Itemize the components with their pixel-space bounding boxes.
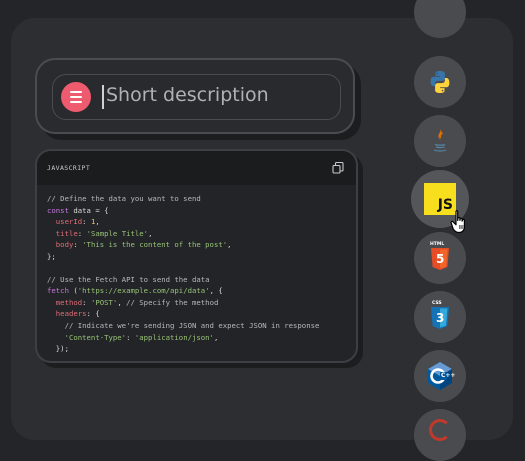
code-token: headers bbox=[47, 309, 87, 319]
code-token: title bbox=[47, 228, 78, 238]
code-token: 'application/json' bbox=[134, 332, 214, 342]
code-token: // Specify the method bbox=[126, 297, 219, 307]
code-token: , bbox=[117, 297, 127, 307]
code-token: // Indicate we're sending JSON and expec… bbox=[47, 321, 320, 331]
code-line: }); bbox=[47, 343, 319, 355]
html5-label: HTML bbox=[430, 242, 445, 247]
code-token: : bbox=[77, 228, 87, 238]
code-line: }; bbox=[47, 251, 319, 263]
search-placeholder: Short description bbox=[106, 84, 269, 106]
java-icon bbox=[433, 129, 447, 152]
code-token: data = { bbox=[73, 205, 109, 215]
search-input[interactable]: Short description bbox=[52, 74, 341, 120]
code-token: 'This is the content of the post' bbox=[82, 240, 228, 250]
code-token: userId bbox=[47, 217, 83, 227]
search-card: Short description bbox=[35, 58, 355, 134]
css3-label: CSS bbox=[432, 301, 442, 306]
code-line: headers: { bbox=[47, 308, 319, 320]
code-token: 'https://example.com/api/data' bbox=[77, 286, 210, 296]
code-token: fetch bbox=[47, 286, 74, 296]
code-token: body bbox=[47, 240, 74, 250]
code-line: // Use the Fetch API to send the data bbox=[47, 274, 319, 286]
code-token: // Use the Fetch API to send the data bbox=[47, 274, 210, 284]
code-token: 'Sample Title' bbox=[86, 228, 149, 238]
code-line: fetch ('https://example.com/api/data', { bbox=[47, 285, 319, 297]
code-token: 'POST' bbox=[90, 297, 118, 307]
code-token: : bbox=[73, 240, 83, 250]
html5-icon: HTML 5 bbox=[428, 242, 452, 274]
code-token: , bbox=[95, 217, 100, 227]
language-item-cpp[interactable]: C++ bbox=[414, 350, 466, 402]
code-block-header: JAVASCRIPT bbox=[37, 151, 356, 185]
css3-badge: 3 bbox=[436, 311, 445, 325]
code-line: // Indicate we're sending JSON and expec… bbox=[47, 320, 320, 332]
code-token: const bbox=[47, 205, 74, 215]
code-language-label: JAVASCRIPT bbox=[47, 164, 91, 172]
code-line: userId: 1, bbox=[47, 216, 319, 228]
text-caret bbox=[102, 85, 104, 109]
code-token: , { bbox=[209, 286, 223, 296]
language-item-python[interactable] bbox=[414, 56, 466, 108]
code-line: 'Content-Type': 'application/json', bbox=[47, 332, 319, 344]
css3-icon: CSS 3 bbox=[428, 301, 452, 333]
cpp-icon: C++ bbox=[426, 361, 456, 391]
code-token: : bbox=[82, 217, 91, 227]
code-line: body: 'This is the content of the post', bbox=[47, 239, 319, 251]
code-token: , bbox=[227, 240, 232, 250]
code-token: : bbox=[82, 297, 91, 307]
code-token: : { bbox=[86, 309, 100, 319]
code-line: const data = { bbox=[47, 205, 319, 217]
code-token: }); bbox=[47, 344, 69, 354]
code-token: // Define the data you want to send bbox=[47, 194, 201, 203]
code-block: JAVASCRIPT // Define the data you want t… bbox=[35, 149, 358, 363]
code-token: , bbox=[213, 332, 219, 342]
code-token: : bbox=[126, 332, 135, 342]
language-item-java[interactable] bbox=[414, 115, 466, 167]
code-token: }; bbox=[47, 251, 56, 261]
code-token: , bbox=[148, 228, 153, 238]
copy-icon[interactable] bbox=[332, 162, 344, 174]
python-icon bbox=[430, 71, 450, 93]
html5-badge: 5 bbox=[436, 252, 445, 266]
language-item-css3[interactable]: CSS 3 bbox=[414, 291, 466, 343]
language-icon bbox=[429, 419, 451, 441]
code-line: title: 'Sample Title', bbox=[47, 228, 319, 240]
code-token: method bbox=[47, 297, 83, 307]
pointer-hand-icon bbox=[450, 210, 465, 234]
code-line: method: 'POST', // Specify the method bbox=[47, 297, 319, 309]
language-item-partial-bottom[interactable] bbox=[414, 409, 466, 461]
language-icon bbox=[425, 2, 455, 22]
code-content: // Define the data you want to send const… bbox=[47, 193, 319, 355]
code-token: 'Content-Type' bbox=[47, 332, 127, 342]
language-item-html5[interactable]: HTML 5 bbox=[414, 232, 466, 284]
cpp-label: C++ bbox=[441, 372, 456, 379]
code-line: // Define the data you want to send bbox=[47, 193, 319, 205]
hamburger-menu-icon[interactable] bbox=[61, 82, 91, 112]
